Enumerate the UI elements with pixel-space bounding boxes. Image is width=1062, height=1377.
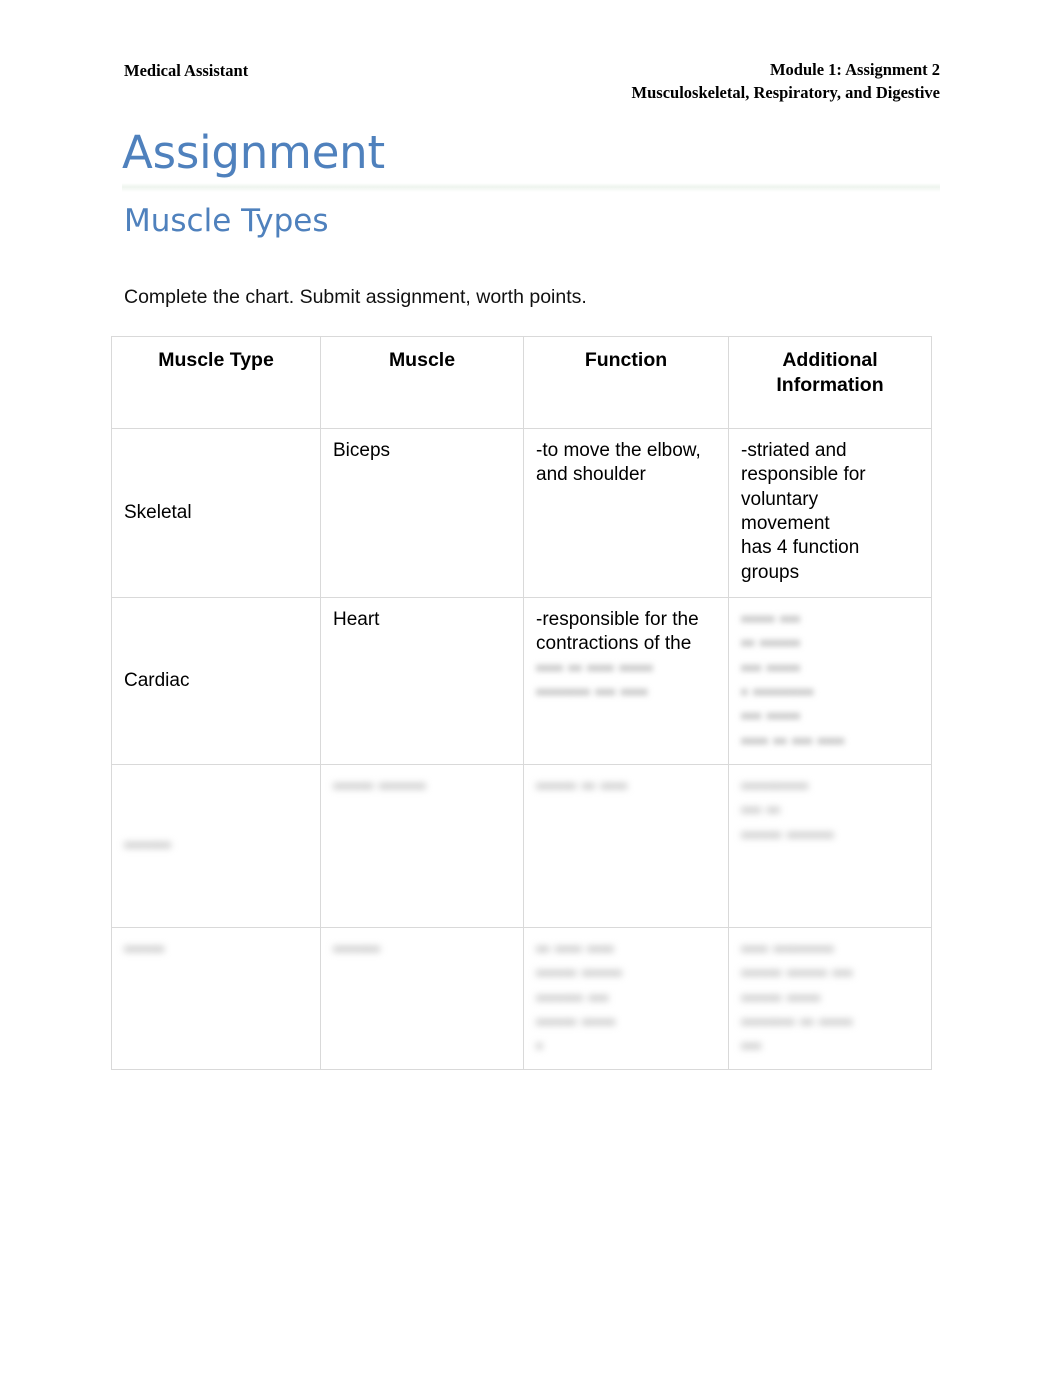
function-line-redacted: ▪▪▪▪▪▪ ▪▪▪▪▪ <box>536 1011 616 1033</box>
running-header: Medical Assistant Module 1: Assignment 2… <box>124 58 940 105</box>
function-line-redacted: ▪▪▪▪▪▪ ▪▪ ▪▪▪▪ <box>536 775 628 797</box>
function-line-redacted: ▪▪▪▪▪▪▪▪ ▪▪▪ ▪▪▪▪ <box>536 681 648 703</box>
cell-muscle: ▪▪▪▪▪▪▪ <box>320 926 524 1071</box>
cell-muscle-type: ▪▪▪▪▪▪▪ <box>111 763 321 928</box>
table-row: Skeletal Biceps -to move the elbow, and … <box>111 428 932 598</box>
muscle-value-redacted: ▪▪▪▪▪▪ ▪▪▪▪▪▪▪ <box>333 775 426 797</box>
function-line-redacted: ▪▪▪▪▪▪ ▪▪▪▪▪▪ <box>536 963 623 985</box>
muscle-type-value: Cardiac <box>124 669 190 691</box>
function-line: -to move the elbow, <box>536 440 701 461</box>
table-header-row: Muscle Type Muscle Function Additional I… <box>111 336 932 429</box>
additional-info-line: voluntary <box>741 488 819 510</box>
cell-muscle-type: ▪▪▪▪▪▪ <box>111 926 321 1071</box>
muscle-type-value-redacted: ▪▪▪▪▪▪▪ <box>124 834 172 856</box>
table-row: Cardiac Heart -responsible for the contr… <box>111 597 932 765</box>
additional-info-line-redacted: ▪▪▪▪▪▪ ▪▪▪▪▪ <box>741 987 821 1009</box>
table-row: ▪▪▪▪▪▪ ▪▪▪▪▪▪▪ ▪▪ ▪▪▪▪ ▪▪▪▪ ▪▪▪▪▪▪ ▪▪▪▪▪… <box>111 926 932 1071</box>
additional-info-line: responsible for <box>741 464 866 486</box>
additional-info-line-redacted: ▪▪▪▪ ▪▪ ▪▪▪ ▪▪▪▪ <box>741 730 845 752</box>
cell-muscle: Heart <box>320 597 524 765</box>
cell-additional-information: -striated and responsible for voluntary … <box>728 428 932 598</box>
muscle-types-chart: Muscle Type Muscle Function Additional I… <box>111 336 932 1071</box>
cell-muscle-type: Cardiac <box>111 597 321 765</box>
function-line-redacted: ▪ <box>536 1036 543 1058</box>
cell-muscle: Biceps <box>320 428 524 598</box>
additional-info-line-redacted: ▪▪▪ ▪▪▪▪▪ <box>741 706 801 728</box>
muscle-value: Heart <box>333 609 380 630</box>
column-header-muscle-type: Muscle Type <box>111 336 321 429</box>
running-header-topics: Musculoskeletal, Respiratory, and Digest… <box>631 83 940 103</box>
additional-info-line-redacted: ▪ ▪▪▪▪▪▪▪▪▪ <box>741 681 814 703</box>
cell-function: ▪▪▪▪▪▪ ▪▪ ▪▪▪▪ <box>523 763 729 928</box>
column-header-muscle: Muscle <box>320 336 524 429</box>
additional-info-line-redacted: ▪▪▪ ▪▪ <box>741 800 780 822</box>
running-header-module: Module 1: Assignment 2 <box>769 60 940 79</box>
function-line-redacted: ▪▪▪▪ ▪▪ ▪▪▪▪ ▪▪▪▪▪ <box>536 657 653 679</box>
cell-additional-information: ▪▪▪▪▪ ▪▪▪ ▪▪ ▪▪▪▪▪▪ ▪▪▪ ▪▪▪▪▪ ▪ ▪▪▪▪▪▪▪▪… <box>728 597 932 765</box>
muscle-types-table: Muscle Type Muscle Function Additional I… <box>111 336 932 1071</box>
page-title: Assignment <box>122 126 385 179</box>
additional-info-line: groups <box>741 561 800 583</box>
additional-info-line-redacted: ▪▪▪▪ ▪▪▪▪▪▪▪▪▪ <box>741 938 834 960</box>
running-header-left: Medical Assistant <box>124 61 249 80</box>
title-divider <box>122 182 940 192</box>
additional-info-line-redacted: ▪▪▪▪▪▪ ▪▪▪▪▪▪▪ <box>741 824 834 846</box>
function-line: and shoulder <box>536 464 646 486</box>
table-row: ▪▪▪▪▪▪▪ ▪▪▪▪▪▪ ▪▪▪▪▪▪▪ ▪▪▪▪▪▪ ▪▪ ▪▪▪▪ ▪▪… <box>111 763 932 928</box>
function-line: -responsible for the <box>536 609 699 630</box>
cell-function: -to move the elbow, and shoulder <box>523 428 729 598</box>
cell-muscle-type: Skeletal <box>111 428 321 598</box>
cell-muscle: ▪▪▪▪▪▪ ▪▪▪▪▪▪▪ <box>320 763 524 928</box>
column-header-additional-information: Additional Information <box>728 336 932 429</box>
additional-info-line-redacted: ▪▪ ▪▪▪▪▪▪ <box>741 633 801 655</box>
muscle-type-value: Skeletal <box>124 501 192 523</box>
function-line-redacted: ▪▪▪▪▪▪▪ ▪▪▪ <box>536 987 609 1009</box>
cell-additional-information: ▪▪▪▪ ▪▪▪▪▪▪▪▪▪ ▪▪▪▪▪▪ ▪▪▪▪▪▪ ▪▪▪ ▪▪▪▪▪▪ … <box>728 926 932 1071</box>
cell-additional-information: ▪▪▪▪▪▪▪▪▪▪ ▪▪▪ ▪▪ ▪▪▪▪▪▪ ▪▪▪▪▪▪▪ <box>728 763 932 928</box>
function-line: contractions of the <box>536 633 692 655</box>
additional-info-line-redacted: ▪▪▪▪▪ ▪▪▪ <box>741 609 801 630</box>
column-header-function: Function <box>523 336 729 429</box>
instructions-text: Complete the chart. Submit assignment, w… <box>124 286 587 308</box>
additional-info-line-redacted: ▪▪▪▪▪▪ ▪▪▪▪▪▪ ▪▪▪ <box>741 963 853 985</box>
additional-info-line: movement <box>741 512 830 534</box>
title-block: Assignment Muscle Types <box>122 126 940 239</box>
cell-function: ▪▪ ▪▪▪▪ ▪▪▪▪ ▪▪▪▪▪▪ ▪▪▪▪▪▪ ▪▪▪▪▪▪▪ ▪▪▪ ▪… <box>523 926 729 1071</box>
running-header-right: Module 1: Assignment 2 Musculoskeletal, … <box>632 58 940 105</box>
additional-info-line: -striated and <box>741 440 847 461</box>
additional-info-line-redacted: ▪▪▪▪▪▪▪▪ ▪▪ ▪▪▪▪▪ <box>741 1011 853 1033</box>
muscle-value-redacted: ▪▪▪▪▪▪▪ <box>333 938 381 960</box>
additional-info-line-redacted: ▪▪▪▪▪▪▪▪▪▪ <box>741 775 809 797</box>
page-subtitle: Muscle Types <box>124 202 329 239</box>
muscle-type-value-redacted: ▪▪▪▪▪▪ <box>124 938 165 960</box>
additional-info-line-redacted: ▪▪▪ ▪▪▪▪▪ <box>741 657 801 679</box>
function-line-redacted: ▪▪ ▪▪▪▪ ▪▪▪▪ <box>536 938 614 960</box>
additional-info-line-redacted: ▪▪▪ <box>741 1036 762 1058</box>
cell-function: -responsible for the contractions of the… <box>523 597 729 765</box>
muscle-value: Biceps <box>333 440 391 461</box>
additional-info-line: has 4 function <box>741 537 860 559</box>
document-page: Medical Assistant Module 1: Assignment 2… <box>0 0 1062 1377</box>
